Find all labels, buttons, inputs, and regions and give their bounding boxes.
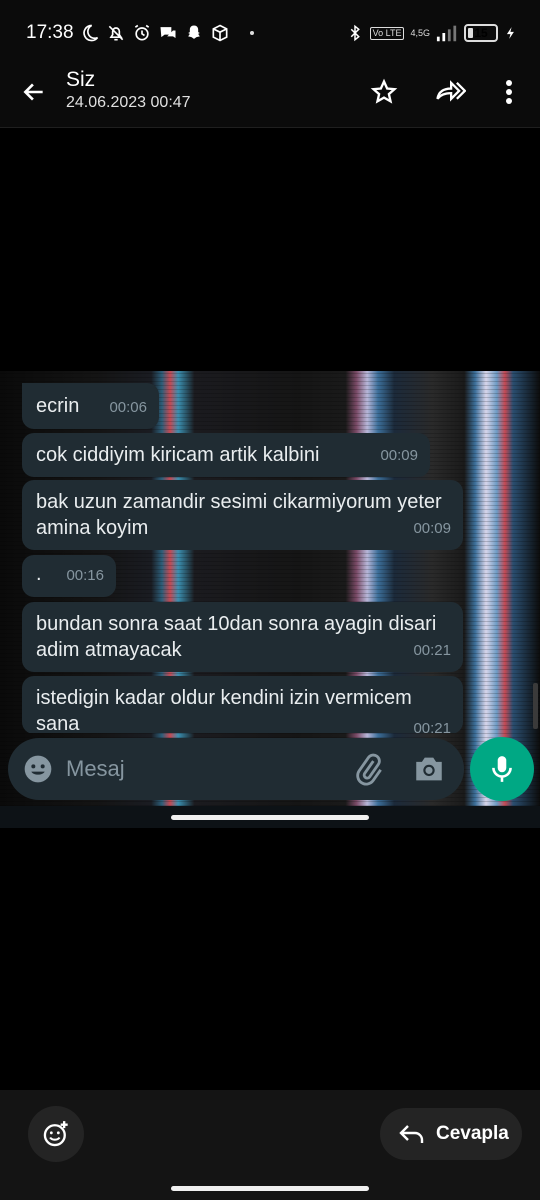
reply-icon [399,1125,424,1143]
message-compose-bar [8,738,464,800]
home-indicator-in-image [171,815,369,820]
paperclip-icon[interactable] [352,752,386,786]
sender-name: Siz [66,68,96,91]
message-text: cok ciddiyim kiricam artik kalbini [36,444,320,466]
message-bubble: ecrin 00:06 [22,383,159,429]
message-bubble: . 00:16 [22,555,116,597]
viewer-bottom-bar: Cevapla [0,1090,540,1200]
signal-icon [436,25,457,42]
message-time: 00:09 [380,447,418,464]
volte-badge: Vo LTE [369,26,405,40]
chat-scrollbar [533,683,538,729]
forward-icon [436,80,466,102]
message-text: istedigin kadar oldur kendini izin vermi… [36,687,412,733]
bluetooth-icon [350,24,360,42]
more-options-button[interactable] [491,74,527,110]
box-icon [212,24,228,42]
microphone-icon [492,756,512,782]
more-notifications-dot [250,31,254,35]
emoji-icon[interactable] [22,753,54,785]
message-bubble: cok ciddiyim kiricam artik kalbini 00:09 [22,433,430,477]
react-button[interactable] [28,1106,84,1162]
message-time: 00:21 [413,720,451,733]
network-type: 4,5G [410,28,430,38]
message-time: 00:21 [413,642,451,659]
emoji-add-icon [43,1121,68,1147]
message-bubble: istedigin kadar oldur kendini izin vermi… [22,676,463,733]
message-bubble: bak uzun zamandir sesimi cikarmiyorum ye… [22,480,463,550]
reply-button[interactable]: Cevapla [380,1108,522,1160]
message-input[interactable] [66,752,336,786]
chat-messages: ecrin 00:06 cok ciddiyim kiricam artik k… [0,371,540,733]
arrow-left-icon [23,83,43,101]
status-icons-right: Vo LTE 4,5G 15 [346,20,518,46]
star-icon [370,78,398,104]
bell-off-icon [108,25,124,41]
battery-indicator: 15 [464,24,498,42]
forward-button[interactable] [432,74,468,110]
more-vertical-icon [506,80,512,104]
star-button[interactable] [366,74,402,110]
snapchat-icon [188,25,200,39]
status-time: 17:38 [26,22,74,43]
viewer-header: Siz 24.06.2023 00:47 [0,66,540,128]
back-button[interactable] [18,76,50,108]
camera-icon[interactable] [412,752,446,786]
message-bubble: bundan sonra saat 10dan sonra ayagin dis… [22,602,463,672]
message-text: bak uzun zamandir sesimi cikarmiyorum ye… [36,491,442,539]
alarm-icon [134,24,150,41]
voice-record-button[interactable] [470,737,534,801]
status-icons-left [80,20,254,46]
charging-icon [506,27,514,39]
reply-label: Cevapla [436,1123,509,1144]
message-time: 00:16 [66,567,104,584]
sent-datetime: 24.06.2023 00:47 [66,94,191,111]
battery-level: 15 [474,26,488,40]
status-bar: 17:38 Vo LTE 4,5G 15 [0,0,540,66]
message-time: 00:06 [109,399,147,416]
moon-icon [83,24,99,42]
message-time: 00:09 [413,520,451,537]
chat-bubbles-icon [160,27,176,38]
home-indicator[interactable] [171,1186,369,1191]
message-text: bundan sonra saat 10dan sonra ayagin dis… [36,613,437,661]
